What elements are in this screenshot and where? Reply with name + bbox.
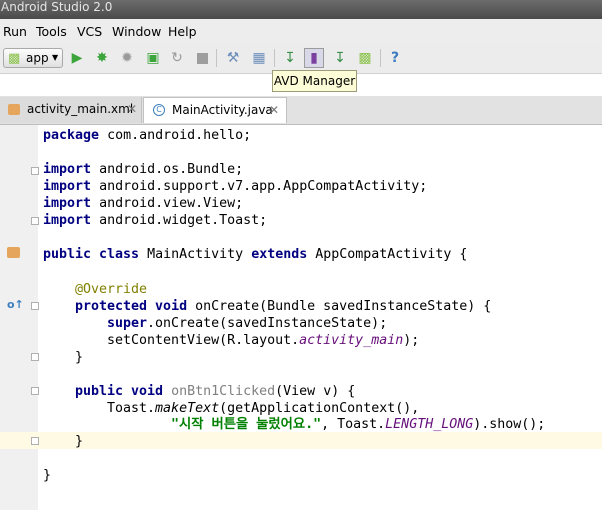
code-line-oncreate: protected void onCreate(Bundle savedInst… xyxy=(75,299,492,314)
tab-mainactivity-java[interactable]: C MainActivity.java ✕ xyxy=(143,97,287,123)
window-title: Android Studio 2.0 xyxy=(0,0,602,19)
code-line-import: import android.support.v7.app.AppCompatA… xyxy=(43,179,428,194)
code-line-class: public class MainActivity extends AppCom… xyxy=(43,247,468,262)
editor-tabs: activity_main.xml ✕ C MainActivity.java … xyxy=(0,96,602,125)
toolbar-separator xyxy=(216,49,217,67)
fold-marker-icon[interactable] xyxy=(31,302,39,310)
gradle-sync-icon[interactable]: ▦ xyxy=(250,49,268,67)
code-line-toast-args: "시작 버튼을 눌렀어요.", Toast.LENGTH_LONG).show(… xyxy=(171,417,546,432)
xml-file-icon xyxy=(8,104,20,115)
stop-icon[interactable] xyxy=(193,49,211,67)
code-line-annotation: @Override xyxy=(75,282,148,297)
fold-marker-icon[interactable] xyxy=(31,353,39,361)
menu-help[interactable]: Help xyxy=(168,24,197,39)
tab-label: activity_main.xml xyxy=(27,102,134,116)
chevron-down-icon: ▼ xyxy=(52,53,59,62)
fold-marker-icon[interactable] xyxy=(31,437,39,445)
toolbar-separator xyxy=(274,49,275,67)
code-line-brace: } xyxy=(75,350,84,365)
menu-run[interactable]: Run xyxy=(3,24,27,39)
sync-icon[interactable]: ↧ xyxy=(281,49,299,67)
java-class-icon: C xyxy=(153,104,165,116)
layout-link-icon[interactable] xyxy=(7,247,20,258)
run-config-label: app xyxy=(26,51,49,65)
run-config-select[interactable]: ▩ app ▼ xyxy=(3,48,63,68)
fold-marker-icon[interactable] xyxy=(31,167,39,175)
tab-label: MainActivity.java xyxy=(172,103,273,117)
help-icon[interactable]: ? xyxy=(386,49,404,67)
android-device-monitor-icon[interactable]: ▩ xyxy=(356,49,374,67)
close-icon[interactable]: ✕ xyxy=(127,97,137,122)
editor-gutter xyxy=(0,125,38,510)
code-line-brace: } xyxy=(75,434,84,449)
avd-manager-icon[interactable]: ▮ xyxy=(304,48,324,68)
fold-marker-icon[interactable] xyxy=(31,217,39,225)
sdk-manager-icon[interactable]: ↧ xyxy=(331,49,349,67)
menu-window[interactable]: Window xyxy=(112,24,161,39)
override-marker-icon[interactable]: o↑ xyxy=(7,298,24,311)
android-icon: ▩ xyxy=(8,51,21,66)
project-structure-icon[interactable]: ⚒ xyxy=(224,49,242,67)
attach-debugger-icon[interactable]: ✹ xyxy=(118,49,136,67)
tooltip: AVD Manager xyxy=(272,70,357,92)
code-line-import: import android.widget.Toast; xyxy=(43,213,268,228)
code-line-setcontentview: setContentView(R.layout.activity_main); xyxy=(107,333,420,348)
code-line-brace: } xyxy=(43,468,52,483)
close-icon[interactable]: ✕ xyxy=(269,98,279,123)
menu-vcs[interactable]: VCS xyxy=(77,24,102,39)
tab-activity-main-xml[interactable]: activity_main.xml ✕ xyxy=(0,97,142,123)
code-line-toast: Toast.makeText(getApplicationContext(), xyxy=(107,401,420,416)
apply-changes-icon[interactable]: ▣ xyxy=(144,49,162,67)
menu-bar: Run Tools VCS Window Help xyxy=(0,19,602,43)
code-line-super: super.onCreate(savedInstanceState); xyxy=(107,316,388,331)
debug-icon[interactable]: ✸ xyxy=(93,49,111,67)
code-line-import: import android.view.View; xyxy=(43,196,244,211)
fold-marker-icon[interactable] xyxy=(31,387,39,395)
menu-tools[interactable]: Tools xyxy=(36,24,67,39)
code-line-package: package com.android.hello; xyxy=(43,128,252,143)
rerun-icon[interactable]: ↻ xyxy=(168,49,186,67)
code-line-method: public void onBtn1Clicked(View v) { xyxy=(75,384,356,399)
current-line-highlight xyxy=(0,432,602,449)
run-icon[interactable]: ▶ xyxy=(68,49,86,67)
code-line-import: import android.os.Bundle; xyxy=(43,162,244,177)
toolbar-separator xyxy=(380,49,381,67)
